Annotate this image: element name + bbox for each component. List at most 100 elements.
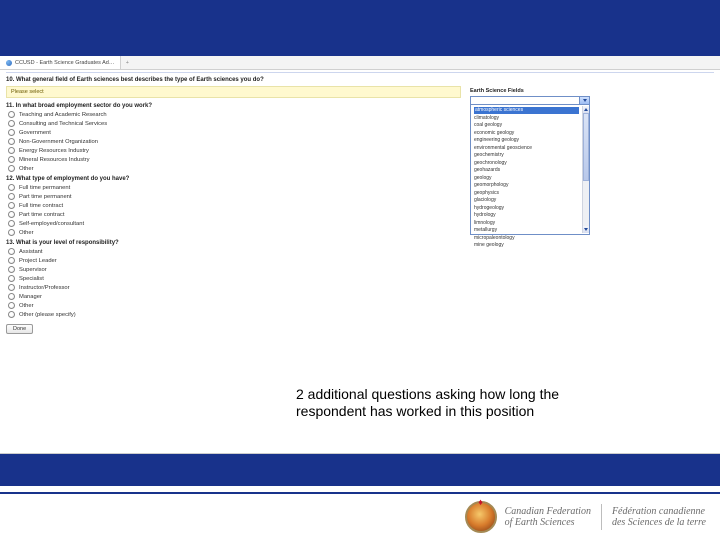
list-item[interactable]: geohazards [474,167,579,174]
radio-option[interactable]: Other [8,165,714,172]
radio-icon[interactable] [8,165,15,172]
option-label: Instructor/Professor [19,285,70,291]
footer-en-1: Canadian Federation [505,506,591,517]
earth-science-fields: Earth Science Fields atmospheric science… [470,88,590,235]
list-item[interactable]: economic geology [474,130,579,137]
radio-icon[interactable] [8,184,15,191]
list-item[interactable]: coal geology [474,122,579,129]
footer-en-2: of Earth Sciences [505,517,591,528]
q11-title: 11. In what broad employment sector do y… [6,103,714,109]
list-item[interactable]: hydrology [474,212,579,219]
scroll-thumb[interactable] [583,113,589,181]
radio-icon[interactable] [8,311,15,318]
radio-option[interactable]: Part time contract [8,211,714,218]
radio-option[interactable]: Supervisor [8,266,714,273]
list-item[interactable]: metallurgy [474,227,579,234]
option-label: Non-Government Organization [19,139,98,145]
radio-icon[interactable] [8,111,15,118]
browser-tab[interactable]: CCUSD - Earth Science Graduates Ad… [0,56,121,69]
radio-option[interactable]: Self-employed/consultant [8,220,714,227]
radio-icon[interactable] [8,302,15,309]
list-item[interactable]: micropaleontology [474,235,579,242]
option-label: Project Leader [19,258,57,264]
new-tab-button[interactable]: + [121,60,133,66]
radio-icon[interactable] [8,211,15,218]
tab-title: CCUSD - Earth Science Graduates Ad… [15,60,114,66]
footer-text-en: Canadian Federation of Earth Sciences [505,506,591,528]
radio-icon[interactable] [8,293,15,300]
option-label: Self-employed/consultant [19,221,84,227]
radio-option[interactable]: Other [8,302,714,309]
radio-icon[interactable] [8,275,15,282]
radio-icon[interactable] [8,193,15,200]
list-item[interactable]: climatology [474,115,579,122]
option-label: Specialist [19,276,44,282]
radio-icon[interactable] [8,257,15,264]
radio-icon[interactable] [8,120,15,127]
option-label: Government [19,130,51,136]
list-item[interactable]: hydrogeology [474,205,579,212]
radio-option[interactable]: Energy Resources Industry [8,147,714,154]
radio-option[interactable]: Project Leader [8,257,714,264]
list-item[interactable]: engineering geology [474,137,579,144]
radio-icon[interactable] [8,248,15,255]
option-label: Other [19,230,34,236]
radio-icon[interactable] [8,129,15,136]
radio-option[interactable]: Government [8,129,714,136]
done-button[interactable]: Done [6,324,33,334]
option-label: Part time permanent [19,194,72,200]
field-combo-input[interactable] [471,97,579,104]
list-item[interactable]: geochronology [474,160,579,167]
list-item[interactable]: geochemistry [474,152,579,159]
field-combo[interactable] [470,96,590,105]
option-label: Other [19,166,34,172]
radio-option[interactable]: Full time permanent [8,184,714,191]
radio-option[interactable]: Consulting and Technical Services [8,120,714,127]
list-item[interactable]: atmospheric sciences [474,107,579,114]
list-item[interactable]: glaciology [474,197,579,204]
radio-icon[interactable] [8,202,15,209]
radio-option[interactable]: Teaching and Academic Research [8,111,714,118]
radio-icon[interactable] [8,266,15,273]
field-list-column: atmospheric sciencesclimatologycoal geol… [471,106,582,233]
footer-text-fr: Fédération canadienne des Sciences de la… [612,506,706,528]
listbox-scrollbar[interactable] [582,106,589,233]
list-item[interactable]: geology [474,175,579,182]
slide-root: CCUSD - Earth Science Graduates Ad… + 10… [0,0,720,540]
radio-icon[interactable] [8,229,15,236]
radio-option[interactable]: Assistant [8,248,714,255]
radio-icon[interactable] [8,284,15,291]
radio-option[interactable]: Other (please specify) [8,311,714,318]
radio-option[interactable]: Instructor/Professor [8,284,714,291]
radio-option[interactable]: Part time permanent [8,193,714,200]
footer-divider [601,504,602,530]
scroll-track[interactable] [583,113,589,226]
field-listbox[interactable]: atmospheric sciencesclimatologycoal geol… [470,105,590,235]
scroll-down-button[interactable] [583,226,589,233]
option-label: Assistant [19,249,43,255]
q10-title: 10. What general field of Earth sciences… [6,77,714,83]
field-combo-button[interactable] [579,97,589,104]
list-item[interactable]: geophysics [474,190,579,197]
option-label: Mineral Resources Industry [19,157,90,163]
list-item[interactable]: geomorphology [474,182,579,189]
list-item[interactable]: environmental geoscience [474,145,579,152]
chevron-up-icon [584,108,588,111]
validation-alert: Please select [6,86,461,98]
radio-icon[interactable] [8,147,15,154]
list-item[interactable]: limnology [474,220,579,227]
radio-icon[interactable] [8,220,15,227]
radio-icon[interactable] [8,156,15,163]
radio-option[interactable]: Specialist [8,275,714,282]
scroll-up-button[interactable] [583,106,589,113]
option-label: Full time contract [19,203,63,209]
radio-option[interactable]: Non-Government Organization [8,138,714,145]
radio-option[interactable]: Other [8,229,714,236]
radio-option[interactable]: Manager [8,293,714,300]
radio-option[interactable]: Mineral Resources Industry [8,156,714,163]
radio-option[interactable]: Full time contract [8,202,714,209]
list-item[interactable]: mine geology [474,242,579,249]
radio-icon[interactable] [8,138,15,145]
browser-tab-bar: CCUSD - Earth Science Graduates Ad… + [0,56,720,70]
option-label: Supervisor [19,267,47,273]
